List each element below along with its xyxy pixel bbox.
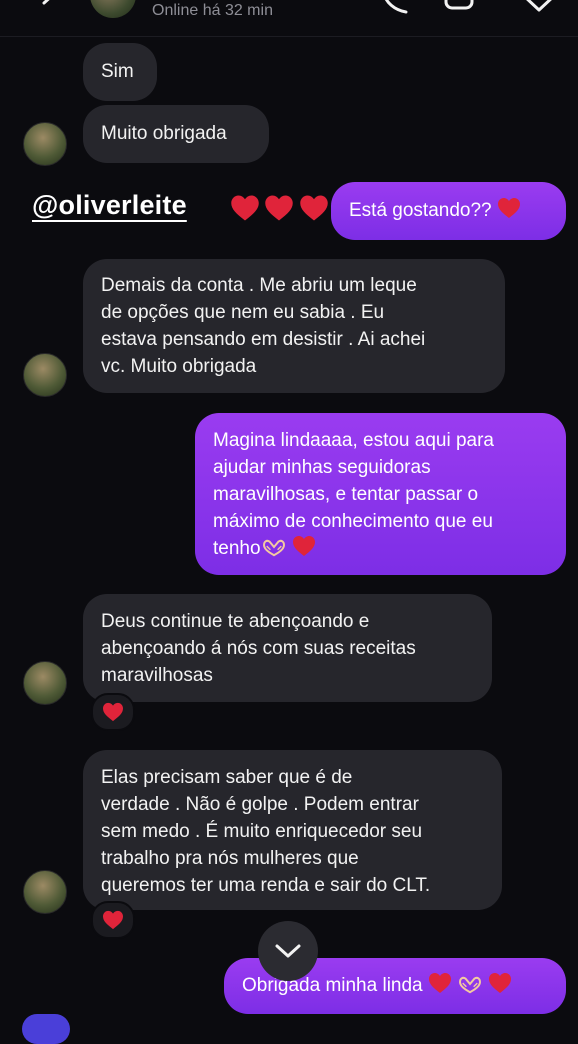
chevron-down-icon: [275, 944, 301, 958]
phone-icon[interactable]: [380, 0, 412, 14]
heart-icon: [264, 194, 294, 222]
message-line: vc. Muito obrigada: [101, 356, 257, 377]
heart-outline-icon[interactable]: [522, 0, 556, 14]
video-call-icon[interactable]: [444, 0, 484, 14]
message-bubble-outgoing[interactable]: Está gostando??: [331, 182, 566, 240]
message-line: sem medo . É muito enriquecedor seu: [101, 821, 423, 842]
message-bubble-incoming[interactable]: Muito obrigada: [83, 105, 269, 163]
message-line: Elas precisam saber que é de: [101, 767, 353, 788]
message-line: queremos ter uma renda e sair do CLT.: [101, 875, 431, 896]
reaction-badge[interactable]: [91, 901, 135, 939]
message-text: Muito obrigada: [101, 123, 227, 144]
sender-avatar[interactable]: [23, 870, 67, 914]
mention-hearts: [230, 194, 329, 227]
heart-icon: [292, 535, 316, 557]
message-line: Deus continue te abençoando e: [101, 611, 370, 632]
mention-handle[interactable]: @oliverleite: [32, 190, 187, 221]
heart-hands-icon: [261, 537, 287, 557]
heart-icon: [102, 910, 124, 930]
message-bubble-incoming[interactable]: Deus continue te abençoando e abençoando…: [83, 594, 492, 702]
message-line: ajudar minhas seguidoras: [213, 457, 431, 478]
message-line: Demais da conta . Me abriu um leque: [101, 275, 417, 296]
message-text: Está gostando??: [349, 200, 492, 221]
message-line: Magina lindaaaa, estou aqui para: [213, 430, 494, 451]
sender-avatar[interactable]: [23, 661, 67, 705]
message-line: de opções que nem eu sabia . Eu: [101, 302, 385, 323]
reaction-badge[interactable]: [91, 693, 135, 731]
message-line: verdade . Não é golpe . Podem entrar: [101, 794, 419, 815]
message-line: abençoando á nós com suas receitas: [101, 638, 416, 659]
contact-avatar[interactable]: [90, 0, 136, 18]
heart-icon: [299, 194, 329, 222]
sender-avatar[interactable]: [23, 353, 67, 397]
message-line: estava pensando em desistir . Ai achei: [101, 329, 426, 350]
online-status: Online há 32 min: [152, 2, 273, 19]
sender-avatar[interactable]: [23, 122, 67, 166]
message-bubble-incoming[interactable]: Demais da conta . Me abriu um leque de o…: [83, 259, 505, 393]
heart-hands-icon: [457, 974, 483, 994]
message-line: tenho: [213, 535, 548, 562]
heart-icon: [428, 972, 452, 994]
camera-button[interactable]: [22, 1014, 70, 1044]
message-line: trabalho pra nós mulheres que: [101, 848, 359, 869]
message-bubble-incoming[interactable]: Sim: [83, 43, 157, 101]
back-chevron-icon[interactable]: [38, 0, 60, 14]
message-line: máximo de conhecimento que eu: [213, 511, 493, 532]
heart-icon: [230, 194, 260, 222]
heart-icon: [488, 972, 512, 994]
message-text: Sim: [101, 61, 134, 82]
heart-icon: [497, 197, 521, 219]
scroll-to-bottom-button[interactable]: [258, 921, 318, 981]
message-bubble-incoming[interactable]: Elas precisam saber que é de verdade . N…: [83, 750, 502, 910]
message-text: Obrigada minha linda: [242, 975, 423, 996]
message-bubble-outgoing[interactable]: Magina lindaaaa, estou aqui para ajudar …: [195, 413, 566, 575]
message-line: maravilhosas, e tentar passar o: [213, 484, 479, 505]
heart-icon: [102, 702, 124, 722]
message-line: maravilhosas: [101, 665, 213, 686]
chat-header: Online há 32 min: [0, 0, 578, 37]
